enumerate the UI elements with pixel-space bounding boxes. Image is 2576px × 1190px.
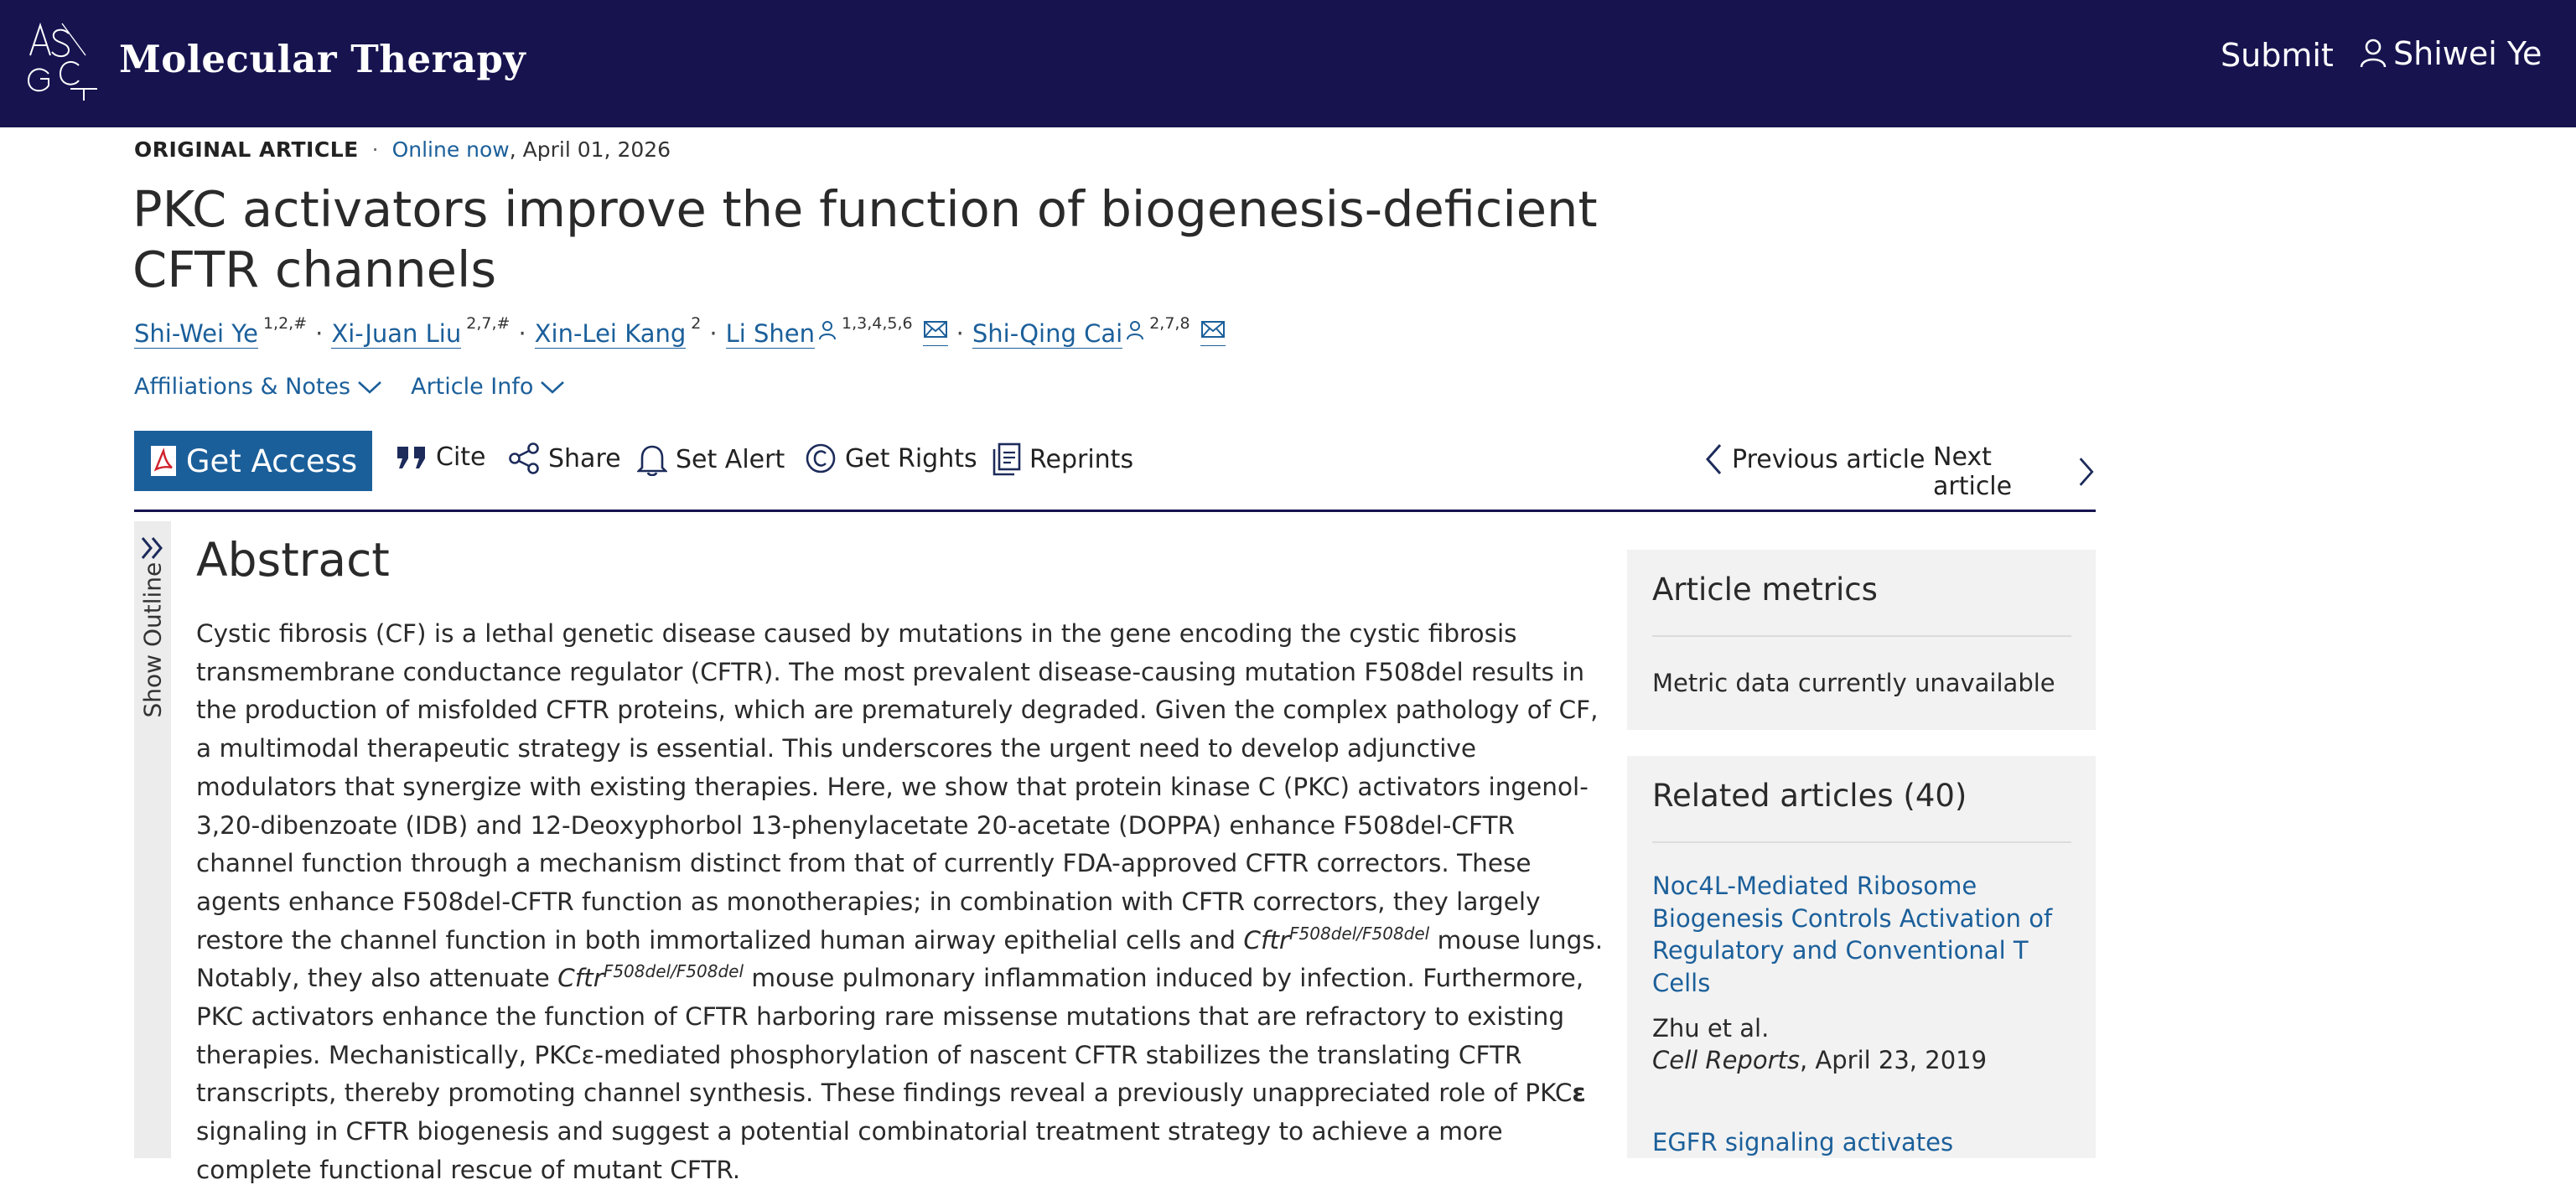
- related-article-journal: Cell Reports: [1652, 1046, 1800, 1074]
- related-article-authors: Zhu et al.: [1652, 1014, 1770, 1043]
- author-separator: ·: [518, 319, 526, 348]
- article-info-label: Article Info: [411, 374, 534, 400]
- author-separator: ·: [956, 319, 964, 348]
- author-affiliation-sup: 2,7,#: [466, 314, 511, 333]
- quote-icon: [397, 446, 425, 468]
- author-link[interactable]: Shi-Qing Cai: [972, 319, 1123, 349]
- article-toolbar: Get Access Cite Share Set Alert Get Righ…: [134, 429, 2096, 512]
- author-affiliation-sup: 1,2,#: [262, 314, 308, 333]
- article-meta-line: ORIGINAL ARTICLE · Online now, April 01,…: [134, 137, 671, 162]
- related-article-link[interactable]: EGFR signaling activates intestinal: [1652, 1126, 2071, 1158]
- author-link[interactable]: Li Shen: [725, 319, 816, 349]
- chevron-down-icon: [358, 380, 381, 394]
- article-metrics-panel: Article metrics Metric data currently un…: [1627, 550, 2096, 730]
- user-name: Shiwei Ye: [2393, 35, 2542, 72]
- get-rights-label: Get Rights: [845, 443, 977, 473]
- bell-icon: [637, 445, 667, 476]
- article-title: PKC activators improve the function of b…: [132, 180, 1598, 298]
- author-affiliation-sup: 2: [691, 314, 702, 333]
- article-info-toggle[interactable]: Article Info: [411, 374, 565, 400]
- journal-name[interactable]: Molecular Therapy: [119, 37, 526, 81]
- author-separator: ·: [709, 319, 718, 348]
- gene-name: Cftr: [557, 964, 604, 993]
- share-label: Share: [548, 443, 621, 473]
- next-article-link[interactable]: Next article: [1933, 442, 2096, 501]
- abstract-heading: Abstract: [196, 533, 390, 587]
- cite-button[interactable]: Cite: [396, 442, 486, 472]
- related-articles-panel: Related articles (40) Noc4L-Mediated Rib…: [1627, 756, 2096, 1158]
- person-icon: [819, 321, 837, 340]
- next-article-label: Next article: [1933, 442, 2013, 501]
- author-affiliation-sup: 2,7,8: [1149, 314, 1190, 333]
- reprints-icon: [993, 442, 1021, 476]
- abstract-text: Cystic fibrosis (CF) is a lethal genetic…: [196, 615, 1604, 1190]
- user-icon: [2360, 39, 2387, 68]
- get-access-button[interactable]: Get Access: [134, 431, 372, 491]
- get-access-label: Get Access: [185, 442, 358, 479]
- article-type: ORIGINAL ARTICLE: [134, 137, 359, 162]
- genotype-sup: F508del/F508del: [1289, 923, 1430, 944]
- related-title: Related articles (40): [1652, 778, 1967, 814]
- related-article-link[interactable]: Noc4L-Mediated Ribosome Biogenesis Contr…: [1652, 870, 2071, 999]
- metrics-title: Article metrics: [1652, 572, 1878, 608]
- reprints-label: Reprints: [1029, 444, 1134, 474]
- show-outline-label: Show Outline: [138, 561, 167, 718]
- meta-separator: ·: [371, 137, 379, 162]
- metrics-text: Metric data currently unavailable: [1652, 669, 2055, 697]
- author-link[interactable]: Shi-Wei Ye: [134, 319, 258, 349]
- article-toggles: Affiliations & Notes Article Info: [134, 374, 565, 400]
- author-link[interactable]: Xi-Juan Liu: [331, 319, 462, 349]
- submit-link[interactable]: Submit: [2221, 37, 2334, 74]
- cite-label: Cite: [436, 442, 486, 472]
- online-now-link[interactable]: Online now: [392, 137, 510, 162]
- previous-article-link[interactable]: Previous article: [1703, 442, 1925, 476]
- email-icon[interactable]: [1200, 316, 1226, 346]
- divider: [1652, 635, 2071, 637]
- double-chevron-right-icon: [141, 537, 163, 559]
- email-icon[interactable]: [922, 316, 948, 346]
- epsilon-symbol: ε: [1572, 1079, 1586, 1108]
- user-menu[interactable]: Shiwei Ye: [2360, 35, 2542, 72]
- asgct-logo-icon[interactable]: [25, 22, 102, 101]
- reprints-button[interactable]: Reprints: [993, 442, 1133, 476]
- copyright-icon: [806, 443, 836, 473]
- affiliations-toggle[interactable]: Affiliations & Notes: [134, 374, 382, 400]
- author-affiliation-sup: 1,3,4,5,6: [842, 314, 913, 333]
- chevron-right-icon: [2079, 458, 2094, 486]
- get-rights-button[interactable]: Get Rights: [805, 442, 977, 474]
- affiliations-label: Affiliations & Notes: [134, 374, 351, 400]
- author-list: Shi-Wei Ye 1,2,# · Xi-Juan Liu 2,7,# · X…: [134, 314, 1226, 349]
- set-alert-button[interactable]: Set Alert: [637, 442, 785, 476]
- related-article-date: , April 23, 2019: [1799, 1046, 1988, 1074]
- pdf-icon: [150, 446, 176, 476]
- publication-date: , April 01, 2026: [509, 137, 671, 162]
- show-outline-panel[interactable]: Show Outline: [134, 521, 171, 1158]
- chevron-left-icon: [1705, 444, 1722, 474]
- share-button[interactable]: Share: [508, 442, 621, 474]
- chevron-down-icon: [541, 380, 565, 394]
- person-icon: [1127, 321, 1144, 340]
- genotype-sup: F508del/F508del: [603, 961, 744, 982]
- related-article-source: Cell Reports, April 23, 2019: [1652, 1046, 1987, 1074]
- abstract-part: Cystic fibrosis (CF) is a lethal genetic…: [196, 619, 1599, 955]
- author-link[interactable]: Xin-Lei Kang: [534, 319, 687, 349]
- set-alert-label: Set Alert: [676, 444, 785, 474]
- gene-name: Cftr: [1243, 925, 1290, 955]
- abstract-part: signaling in CFTR biogenesis and suggest…: [196, 1117, 1503, 1184]
- share-icon: [509, 442, 539, 474]
- top-navigation-bar: Molecular Therapy Submit Shiwei Ye: [0, 0, 2576, 127]
- previous-article-label: Previous article: [1732, 444, 1926, 474]
- divider: [1652, 841, 2071, 843]
- author-separator: ·: [315, 319, 324, 348]
